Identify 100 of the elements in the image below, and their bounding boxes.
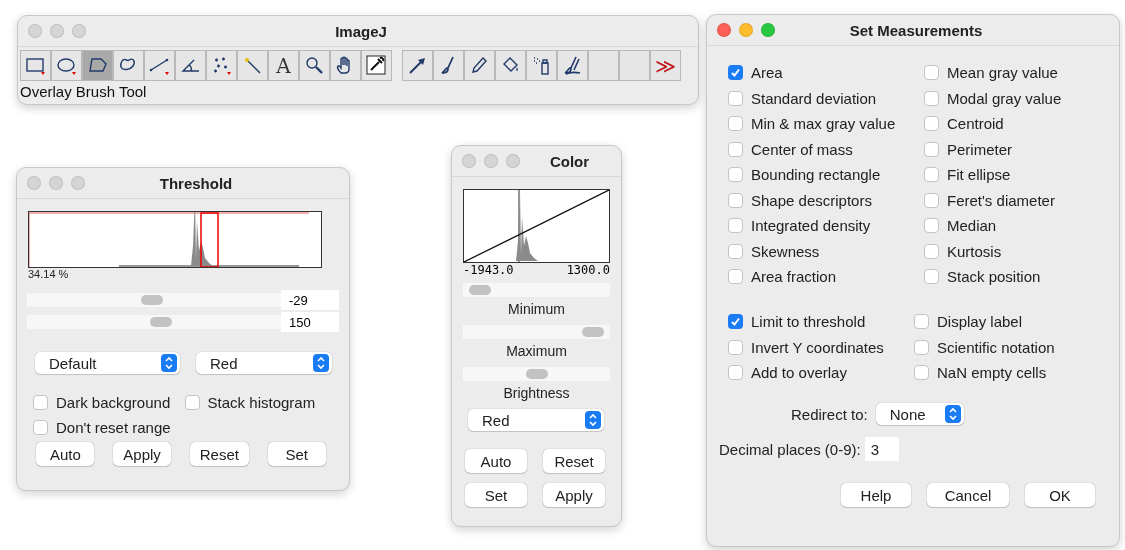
freehand-tool[interactable] <box>113 50 144 81</box>
checkbox[interactable] <box>924 269 939 284</box>
checkbox-label: Median <box>947 217 997 234</box>
checkbox[interactable] <box>184 395 200 410</box>
dialog-button[interactable]: OK <box>1025 483 1095 507</box>
line-tool[interactable] <box>144 50 175 81</box>
zoom-button[interactable] <box>506 154 520 168</box>
checkbox[interactable] <box>914 365 929 380</box>
window-title: ImageJ <box>334 22 388 40</box>
slider-thumb[interactable] <box>525 369 548 379</box>
points-icon <box>211 55 232 76</box>
dropdown[interactable]: None <box>875 403 964 425</box>
rect-tool[interactable] <box>20 50 51 81</box>
close-button[interactable] <box>462 154 476 168</box>
dialog-button[interactable]: Cancel <box>927 483 1009 507</box>
text-tool[interactable]: A <box>268 50 299 81</box>
dialog-button[interactable]: Apply <box>113 442 172 466</box>
slider-thumb[interactable] <box>140 295 163 305</box>
slider-track[interactable] <box>27 315 281 329</box>
wand-tool[interactable] <box>237 50 268 81</box>
checkbox[interactable] <box>33 420 48 435</box>
checkbox[interactable] <box>728 243 743 259</box>
checkbox[interactable] <box>924 218 939 233</box>
checkmark-icon <box>730 316 741 327</box>
checkbox[interactable] <box>728 141 743 157</box>
close-button[interactable] <box>28 24 42 38</box>
decimal-places-field[interactable]: 3 <box>864 437 899 461</box>
checkbox[interactable] <box>914 314 929 329</box>
slider-thumb[interactable] <box>581 327 604 337</box>
value-field[interactable]: 150 <box>281 312 339 332</box>
checkbox[interactable] <box>728 116 743 131</box>
angle-tool[interactable] <box>175 50 206 81</box>
dialog-button[interactable]: Auto <box>465 449 527 473</box>
checkbox[interactable] <box>728 167 743 182</box>
value-field[interactable]: -29 <box>281 290 339 310</box>
oval-tool[interactable] <box>51 50 82 81</box>
magnifier-tool[interactable] <box>299 50 330 81</box>
dialog-button[interactable]: Auto <box>36 442 95 466</box>
dropdown[interactable]: Default <box>35 352 180 374</box>
checkbox-label: Feret's diameter <box>947 191 1055 209</box>
window-title: Set Measurements <box>848 21 984 39</box>
polygon-tool[interactable] <box>82 50 113 81</box>
slider-track[interactable] <box>463 367 610 381</box>
chevron-icon <box>585 411 601 429</box>
checkbox-label: Skewness <box>751 242 820 260</box>
dropper-tool[interactable] <box>361 50 392 81</box>
checkbox[interactable] <box>924 167 939 182</box>
checkbox-label: Shape descriptors <box>751 191 872 209</box>
checkbox-label: Limit to threshold <box>751 313 866 330</box>
minimize-button[interactable] <box>50 24 64 38</box>
checkbox[interactable] <box>728 90 743 106</box>
checkbox-label: Invert Y coordinates <box>751 338 884 356</box>
checkbox[interactable] <box>728 269 743 284</box>
zoom-button[interactable] <box>72 24 86 38</box>
dialog-button[interactable]: Set <box>465 483 527 507</box>
close-button[interactable] <box>717 23 731 37</box>
zoom-button[interactable] <box>761 23 775 37</box>
dropdown[interactable]: Red <box>468 409 604 431</box>
close-button[interactable] <box>27 176 41 190</box>
spray-tool[interactable] <box>526 50 557 81</box>
dropdown[interactable]: Red <box>196 352 332 374</box>
bucket-tool[interactable] <box>495 50 526 81</box>
dialog-button[interactable]: Reset <box>543 449 605 473</box>
pencil-tool[interactable] <box>464 50 495 81</box>
checkbox[interactable] <box>924 116 939 131</box>
checkbox[interactable] <box>924 65 939 80</box>
dialog-button[interactable]: Set <box>267 442 326 466</box>
checkbox[interactable] <box>728 192 743 208</box>
slider-thumb[interactable] <box>469 285 492 295</box>
brush-tool[interactable] <box>433 50 464 81</box>
oval-icon <box>56 55 77 76</box>
checkbox[interactable] <box>33 395 48 410</box>
checkbox[interactable] <box>924 90 939 106</box>
checkbox[interactable] <box>728 218 743 233</box>
zoom-button[interactable] <box>71 176 85 190</box>
checkbox[interactable] <box>924 243 939 259</box>
dialog-button[interactable]: Reset <box>189 442 249 466</box>
decimal-places-label: Decimal places (0-9): <box>719 440 861 458</box>
checkbox[interactable] <box>924 192 939 208</box>
dialog-button[interactable]: Help <box>841 483 911 507</box>
checkbox[interactable] <box>728 314 743 329</box>
slider-track[interactable] <box>463 325 610 339</box>
hand-tool[interactable] <box>330 50 361 81</box>
arrow-tool[interactable] <box>402 50 433 81</box>
points-tool[interactable] <box>206 50 237 81</box>
checkbox[interactable] <box>728 339 743 355</box>
overlaybrush-tool[interactable] <box>557 50 588 81</box>
dialog-button[interactable]: Apply <box>543 483 605 507</box>
minimize-button[interactable] <box>49 176 63 190</box>
slider-track[interactable] <box>463 283 610 297</box>
minimize-button[interactable] <box>739 23 753 37</box>
checkbox[interactable] <box>728 365 743 380</box>
checkbox[interactable] <box>728 65 743 80</box>
checkbox[interactable] <box>914 339 929 355</box>
redirect-label: Redirect to: <box>791 405 868 423</box>
slider-thumb[interactable] <box>149 317 172 327</box>
minimize-button[interactable] <box>484 154 498 168</box>
slider-track[interactable] <box>27 293 281 307</box>
checkbox[interactable] <box>924 141 939 157</box>
more-tools-button[interactable]: ≫ <box>650 50 681 81</box>
